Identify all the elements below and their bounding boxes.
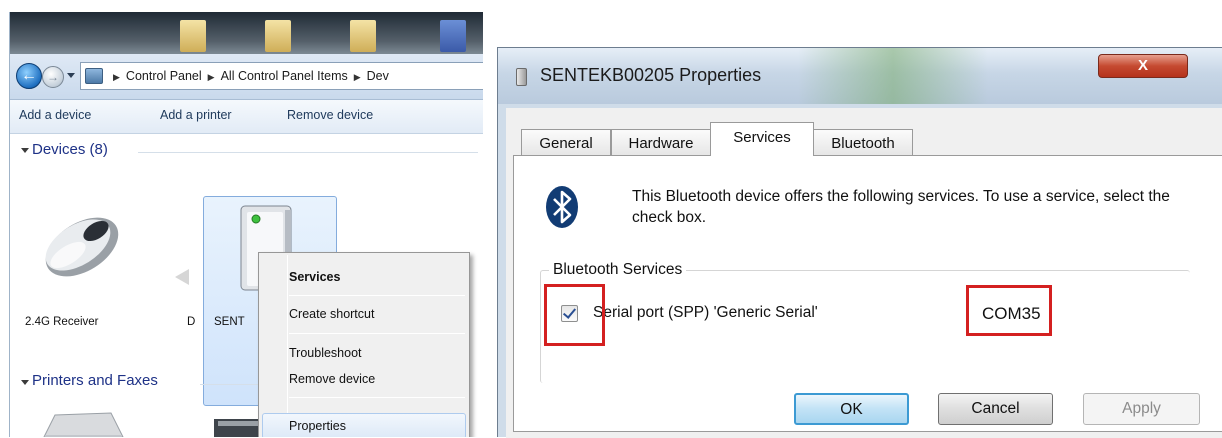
folder-icon xyxy=(180,20,206,52)
device-file-icon xyxy=(516,68,527,86)
window-title-strip xyxy=(10,12,483,54)
menu-separator xyxy=(289,295,465,296)
menu-item-properties[interactable]: Properties xyxy=(289,419,346,433)
address-bar-icon xyxy=(85,68,103,84)
menu-item-troubleshoot[interactable]: Troubleshoot xyxy=(289,346,362,360)
devices-content-pane: Devices (8) 2.4G Receiver D SENT Printer… xyxy=(10,134,483,437)
group-divider xyxy=(138,152,478,153)
bluetooth-services-group xyxy=(540,270,1190,383)
com-port-highlight-box xyxy=(966,285,1052,336)
tab-services[interactable]: Services xyxy=(710,122,814,156)
remove-device-button[interactable]: Remove device xyxy=(287,108,373,122)
device-label-d[interactable]: D xyxy=(187,316,195,328)
add-device-button[interactable]: Add a device xyxy=(19,108,91,122)
folder-icon xyxy=(350,20,376,52)
bluetooth-icon xyxy=(546,186,578,228)
service-name-label[interactable]: Serial port (SPP) 'Generic Serial' xyxy=(593,304,818,322)
ok-button[interactable]: OK xyxy=(794,393,909,425)
close-button[interactable]: X xyxy=(1098,54,1188,78)
devices-group-header[interactable]: Devices (8) xyxy=(32,141,108,158)
checkbox-highlight-box xyxy=(544,284,605,346)
device-label-receiver[interactable]: 2.4G Receiver xyxy=(25,316,99,328)
menu-item-remove-device[interactable]: Remove device xyxy=(289,372,375,386)
breadcrumb-control-panel[interactable]: Control Panel xyxy=(126,69,202,83)
folder-icon xyxy=(440,20,466,52)
collapse-printers-icon[interactable] xyxy=(21,380,29,385)
services-info-text: This Bluetooth device offers the followi… xyxy=(632,188,1170,226)
command-bar: Add a device Add a printer Remove device xyxy=(10,100,483,134)
menu-item-services[interactable]: Services xyxy=(289,270,340,284)
breadcrumb-separator-icon[interactable]: ▶ xyxy=(354,64,361,89)
breadcrumb-all-items[interactable]: All Control Panel Items xyxy=(221,69,348,83)
apply-button[interactable]: Apply xyxy=(1083,393,1200,425)
folder-icon xyxy=(265,20,291,52)
menu-item-create-shortcut[interactable]: Create shortcut xyxy=(289,307,374,321)
add-printer-button[interactable]: Add a printer xyxy=(160,108,232,122)
cancel-button[interactable]: Cancel xyxy=(938,393,1053,425)
printers-group-header[interactable]: Printers and Faxes xyxy=(32,372,158,389)
device-label-sent[interactable]: SENT xyxy=(214,316,245,328)
menu-gutter xyxy=(287,255,288,437)
menu-separator xyxy=(289,397,465,398)
titlebar-glass xyxy=(798,48,988,104)
back-arrow-icon[interactable]: ← xyxy=(16,63,42,89)
menu-separator xyxy=(289,333,465,334)
device-partial-icon[interactable] xyxy=(175,269,189,285)
dialog-title: SENTEKB00205 Properties xyxy=(540,65,762,85)
context-menu: Services Create shortcut Troubleshoot Re… xyxy=(258,252,470,437)
mouse-device-icon[interactable] xyxy=(38,209,122,279)
collapse-devices-icon[interactable] xyxy=(21,148,29,153)
devices-and-printers-window: ← → ▶ Control Panel ▶ All Control Panel Ite… xyxy=(9,12,483,437)
address-bar[interactable]: ▶ Control Panel ▶ All Control Panel Items ▶ D… xyxy=(80,62,483,90)
breadcrumb-separator-icon[interactable]: ▶ xyxy=(113,64,120,89)
breadcrumb-devices[interactable]: Dev xyxy=(367,69,389,83)
breadcrumb-separator-icon[interactable]: ▶ xyxy=(208,64,215,89)
group-divider xyxy=(200,384,260,385)
printer-icon[interactable] xyxy=(35,409,125,437)
forward-arrow-icon[interactable]: → xyxy=(42,66,64,88)
navigation-bar: ← → ▶ Control Panel ▶ All Control Panel Ite… xyxy=(10,54,483,100)
history-dropdown-icon[interactable] xyxy=(67,73,75,78)
dialog-titlebar: SENTEKB00205 Properties X xyxy=(498,48,1222,104)
bluetooth-services-label: Bluetooth Services xyxy=(549,261,687,279)
